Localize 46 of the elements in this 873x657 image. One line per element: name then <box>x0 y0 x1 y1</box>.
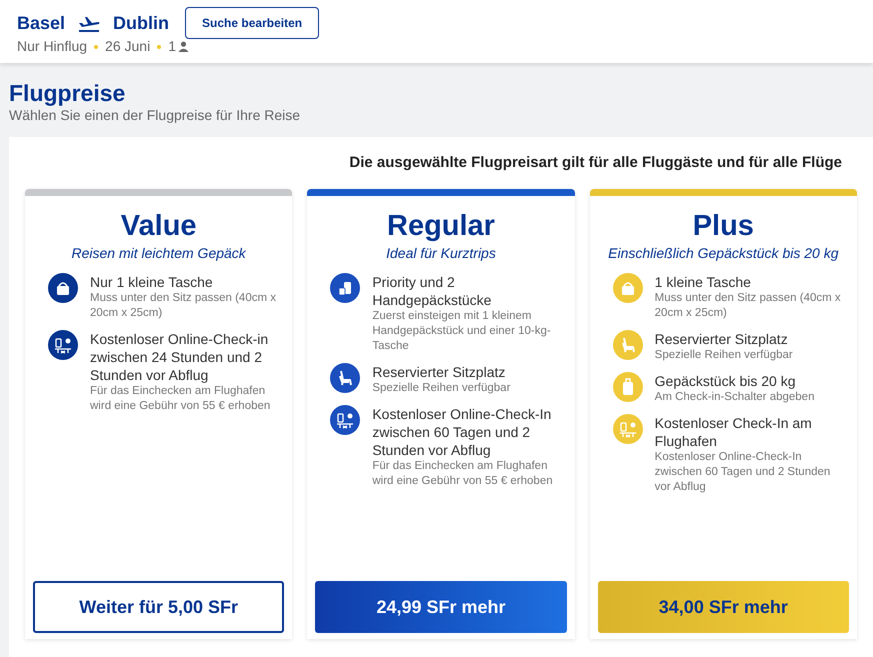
feature-title: 1 kleine Tasche <box>654 273 752 291</box>
fare-name: Regular <box>386 210 496 242</box>
fare-select-button[interactable]: 34,00 SFr mehr <box>598 581 849 633</box>
feature-detail: Für das Einchecken am Flughafen wird eine Gebühr von 55 € erhoben <box>90 384 272 414</box>
page-subtitle: Wählen Sie einen der Flugpreise für Ihre Reise <box>9 107 302 123</box>
seat-icon <box>612 330 643 360</box>
handbag-icon <box>48 273 78 303</box>
fare-select-button[interactable]: Weiter für 5,00 SFr <box>33 581 284 633</box>
origin-city: Basel <box>17 12 66 34</box>
handbag-icon <box>612 273 643 303</box>
fare-tagline: Reisen mit leichtem Gepäck <box>70 244 248 262</box>
check-in-desk-icon <box>48 330 78 360</box>
destination-city: Dublin <box>113 12 170 34</box>
feature-title: Reservierter Sitzplatz <box>654 330 789 348</box>
feature-detail: Muss unter den Sitz passen (40cm x 20cm x 25cm) <box>90 291 277 321</box>
feature-detail: Für das Einchecken am Flughafen wird eine Gebühr von 55 € erhoben <box>372 459 554 489</box>
feature-title: Nur 1 kleine Tasche <box>90 273 214 291</box>
feature-detail: Spezielle Reihen verfügbar <box>654 348 793 363</box>
feature-detail: Kostenloser Online-Check-In zwischen 60 Tagen und 2 Stunden vor Abflug <box>654 450 832 495</box>
travel-date: 26 Juni <box>105 37 150 56</box>
fare-name: Plus <box>692 210 755 242</box>
passenger-count: 1 <box>168 37 176 56</box>
seat-icon <box>330 363 360 393</box>
person-icon <box>178 41 189 52</box>
feature-title: Reservierter Sitzplatz <box>372 363 506 381</box>
trip-type: Nur Hinflug <box>17 37 88 56</box>
fare-name: Value <box>120 210 198 242</box>
check-in-desk-icon <box>330 405 360 435</box>
fare-select-button[interactable]: 24,99 SFr mehr <box>315 581 567 633</box>
feature-detail: Spezielle Reihen verfügbar <box>372 381 510 396</box>
feature-title: Gepäckstück bis 20 kg <box>654 372 797 390</box>
luggage-icon <box>330 273 360 303</box>
feature-detail: Zuerst einsteigen mit 1 kleinem Handgepäckstück und einer 10-kg-Tasche <box>372 309 552 354</box>
page-title: Flugpreise <box>9 79 126 107</box>
edit-search-button[interactable]: Suche bearbeiten <box>185 7 320 39</box>
fare-tagline: Ideal für Kurztrips <box>385 244 497 262</box>
feature-detail: Muss unter den Sitz passen (40cm x 20cm x 25cm) <box>654 291 842 321</box>
fare-note: Die ausgewählte Flugpreisart gilt für alle Fluggäste und für alle Flüge <box>348 153 843 173</box>
feature-title: Kostenloser Online-Check-In zwischen 60 Tagen und 2 Stunden vor Abflug <box>372 405 552 459</box>
fare-tagline: Einschließlich Gepäckstück bis 20 kg <box>607 244 840 262</box>
suitcase-icon <box>612 372 643 402</box>
feature-title: Kostenloser Online-Check-in zwischen 24 Stunden und 2 Stunden vor Abflug <box>90 330 270 384</box>
check-in-desk-icon <box>612 414 643 444</box>
feature-detail: Am Check-in-Schalter abgeben <box>654 390 814 405</box>
feature-title: Kostenloser Check-In am Flughafen <box>654 414 813 450</box>
feature-title: Priority und 2 Handgepäckstücke <box>372 273 492 309</box>
